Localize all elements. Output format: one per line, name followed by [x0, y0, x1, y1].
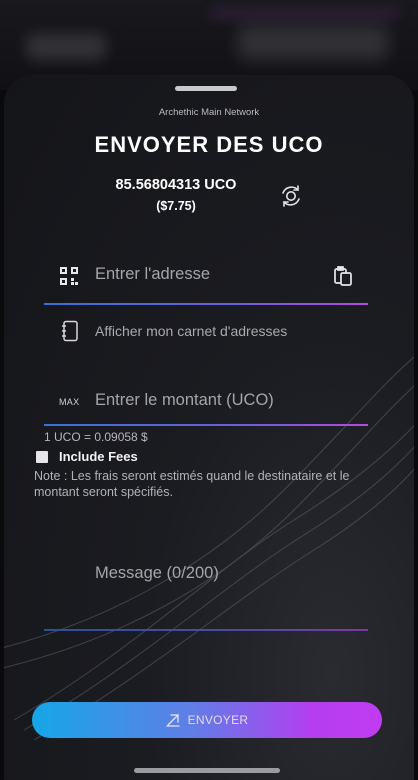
address-book-link[interactable]: Afficher mon carnet d'adresses: [95, 323, 287, 339]
background-blur: [26, 34, 106, 60]
include-fees-checkbox[interactable]: [36, 451, 48, 463]
include-fees-label[interactable]: Include Fees: [59, 449, 138, 464]
amount-input-underline: [44, 424, 368, 426]
paste-icon[interactable]: [332, 265, 354, 287]
background-blur: [210, 8, 400, 18]
send-button-label: ENVOYER: [187, 713, 249, 727]
background-blur: [238, 26, 388, 60]
balance-fiat: ($7.75): [156, 199, 196, 213]
currency-swap-icon[interactable]: [278, 183, 304, 209]
balance-amount: 85.56804313 UCO: [115, 177, 237, 193]
send-sheet: Archethic Main Network ENVOYER DES UCO 8…: [4, 75, 414, 780]
background-wave: [4, 356, 414, 740]
fees-note: Note : Les frais seront estimés quand le…: [34, 469, 350, 499]
amount-input[interactable]: Entrer le montant (UCO): [95, 391, 274, 410]
page-title: ENVOYER DES UCO: [94, 132, 324, 157]
send-button[interactable]: ENVOYER: [32, 702, 382, 738]
address-input-underline: [44, 303, 368, 305]
message-input[interactable]: Message (0/200): [95, 564, 219, 583]
address-book-icon[interactable]: [61, 320, 79, 342]
drag-handle[interactable]: [175, 86, 237, 91]
exchange-rate: 1 UCO = 0.09058 $: [44, 430, 148, 444]
message-input-underline: [44, 629, 368, 631]
qr-code-icon[interactable]: [60, 267, 78, 285]
send-arrow-icon: [165, 714, 180, 727]
max-button[interactable]: MAX: [59, 397, 79, 407]
home-indicator: [134, 768, 280, 773]
network-label: Archethic Main Network: [158, 107, 260, 118]
address-input[interactable]: Entrer l'adresse: [95, 265, 210, 284]
